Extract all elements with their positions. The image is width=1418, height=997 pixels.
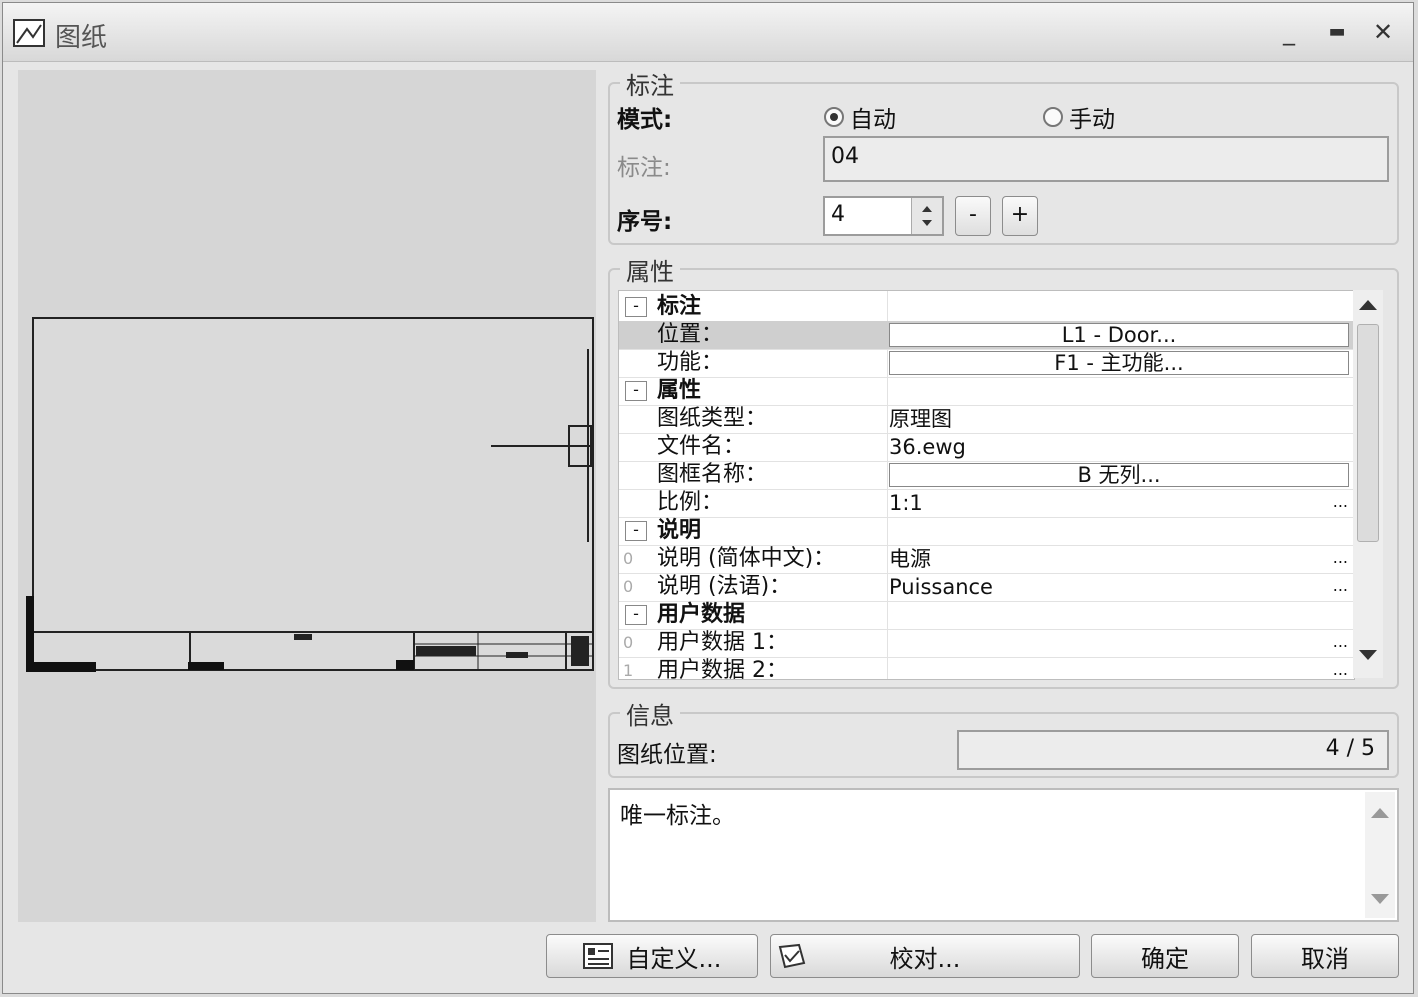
note-textarea[interactable]: 唯一标注。	[608, 788, 1399, 922]
property-category[interactable]: - 属性	[619, 377, 1354, 406]
property-row[interactable]: 0 说明 (简体中文)： 电源...	[619, 545, 1354, 574]
mode-auto-radio[interactable]: 自动	[824, 100, 896, 134]
ellipsis-button[interactable]: ...	[1333, 545, 1348, 571]
row-index: 1	[623, 661, 634, 680]
sequence-value: 4	[831, 202, 845, 227]
property-value[interactable]: F1 - 主功能...	[889, 351, 1349, 375]
property-row[interactable]: 位置： L1 - Door...	[619, 321, 1354, 350]
sheet-position-label: 图纸位置:	[617, 742, 717, 768]
annotation-legend: 标注	[620, 66, 680, 101]
scroll-thumb[interactable]	[1357, 324, 1379, 542]
property-value[interactable]: 电源	[889, 545, 1349, 573]
spinner-arrows-icon	[922, 206, 932, 226]
ellipsis-button[interactable]: ...	[1333, 657, 1348, 679]
property-name: 标注	[657, 294, 702, 319]
ellipsis-button[interactable]: ...	[1333, 573, 1348, 599]
ellipsis-button[interactable]: ...	[1333, 489, 1348, 515]
maximize-button[interactable]: ▬	[1319, 17, 1355, 47]
customize-button[interactable]: 自定义...	[546, 934, 758, 978]
sequence-label: 序号:	[617, 209, 673, 235]
property-row[interactable]: 0 说明 (法语)： Puissance...	[619, 573, 1354, 602]
ellipsis-button[interactable]: ...	[1333, 629, 1348, 655]
scroll-up-icon[interactable]	[1369, 804, 1391, 820]
ok-button[interactable]: 确定	[1091, 934, 1239, 978]
mode-label: 模式:	[617, 107, 673, 133]
property-row[interactable]: 图框名称： B 无列...	[619, 461, 1354, 490]
property-category[interactable]: - 说明	[619, 517, 1354, 546]
property-name: 位置：	[657, 322, 724, 347]
property-row[interactable]: 比例： 1:1...	[619, 489, 1354, 518]
property-name: 说明 (法语)：	[657, 574, 792, 599]
scroll-down-icon[interactable]	[1357, 648, 1379, 664]
row-index: 0	[623, 633, 634, 652]
mode-auto-label: 自动	[850, 107, 896, 133]
close-button[interactable]: ✕	[1365, 17, 1401, 47]
check-label: 校对...	[889, 944, 961, 973]
check-document-icon	[778, 943, 806, 969]
collapse-toggle-icon[interactable]: -	[625, 521, 647, 541]
property-row[interactable]: 1 用户数据 2：...	[619, 657, 1354, 680]
label-label: 标注:	[617, 155, 671, 181]
property-row[interactable]: 图纸类型： 原理图	[619, 405, 1354, 434]
row-index: 0	[623, 549, 634, 568]
scroll-up-icon[interactable]	[1357, 296, 1379, 312]
property-name: 说明 (简体中文)：	[657, 546, 836, 571]
property-name: 比例：	[657, 490, 724, 515]
cancel-button[interactable]: 取消	[1251, 934, 1399, 978]
property-value[interactable]: B 无列...	[889, 463, 1349, 487]
property-value[interactable]: Puissance	[889, 573, 1349, 601]
title-bar: 图纸 _ ▬ ✕	[3, 3, 1413, 62]
properties-legend: 属性	[620, 252, 680, 287]
property-name: 功能：	[657, 350, 724, 375]
property-name: 用户数据 2：	[657, 658, 788, 680]
scroll-down-icon[interactable]	[1369, 892, 1391, 908]
radio-checked-icon	[824, 107, 844, 127]
increment-button[interactable]: +	[1002, 196, 1038, 236]
property-name: 图框名称：	[657, 462, 768, 487]
note-text: 唯一标注。	[620, 803, 735, 829]
property-value[interactable]: 原理图	[889, 405, 1349, 433]
property-name: 说明	[657, 518, 702, 543]
decrement-button[interactable]: -	[955, 196, 991, 236]
collapse-toggle-icon[interactable]: -	[625, 605, 647, 625]
property-name: 属性	[657, 378, 702, 403]
property-name: 文件名：	[657, 434, 746, 459]
collapse-toggle-icon[interactable]: -	[625, 297, 647, 317]
property-category[interactable]: - 用户数据	[619, 601, 1354, 630]
property-value[interactable]: L1 - Door...	[889, 323, 1349, 347]
property-name: 图纸类型：	[657, 406, 768, 431]
sequence-input[interactable]: 4	[823, 196, 944, 236]
sheet-preview	[18, 70, 596, 922]
note-scrollbar[interactable]	[1365, 792, 1395, 918]
sheet-thumbnail	[26, 317, 594, 672]
minimize-button[interactable]: _	[1271, 17, 1307, 47]
property-category[interactable]: - 标注	[619, 293, 1354, 322]
info-legend: 信息	[620, 696, 680, 731]
window-title: 图纸	[55, 23, 108, 53]
property-name: 用户数据	[657, 602, 746, 627]
sheet-icon	[13, 19, 45, 47]
property-row[interactable]: 功能： F1 - 主功能...	[619, 349, 1354, 378]
property-value[interactable]: 36.ewg	[889, 433, 1349, 461]
properties-grid[interactable]: - 标注 位置： L1 - Door... 功能： F1 - 主功能... - 属性 图纸类型：…	[618, 290, 1355, 680]
mode-manual-label: 手动	[1069, 107, 1115, 133]
mode-manual-radio[interactable]: 手动	[1043, 100, 1115, 134]
form-icon	[583, 943, 613, 969]
label-input[interactable]: 04	[823, 136, 1389, 182]
row-index: 0	[623, 577, 634, 596]
properties-scrollbar[interactable]	[1353, 290, 1383, 678]
property-name: 用户数据 1：	[657, 630, 788, 655]
property-value[interactable]: 1:1	[889, 489, 1349, 517]
property-row[interactable]: 0 用户数据 1：...	[619, 629, 1354, 658]
collapse-toggle-icon[interactable]: -	[625, 381, 647, 401]
property-row[interactable]: 文件名： 36.ewg	[619, 433, 1354, 462]
radio-unchecked-icon	[1043, 107, 1063, 127]
customize-label: 自定义...	[626, 944, 722, 973]
sheet-position-field: 4 / 5	[957, 730, 1389, 770]
check-button[interactable]: 校对...	[770, 934, 1080, 978]
sequence-spinner[interactable]	[911, 198, 942, 234]
